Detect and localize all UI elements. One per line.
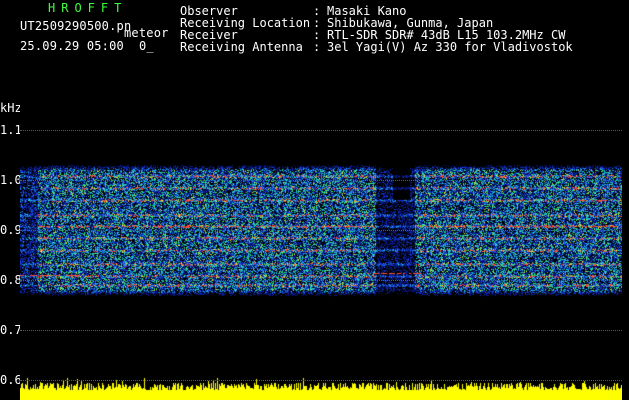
app-title: HROFFT xyxy=(48,1,128,15)
gridline xyxy=(20,180,622,181)
date-time: 25.09.29 05:00 xyxy=(20,39,124,53)
gridline xyxy=(20,280,622,281)
gridline xyxy=(20,380,622,381)
frequency-tick: 1.0 xyxy=(0,173,22,187)
meta-colon: : xyxy=(313,40,321,54)
frequency-unit: kHz xyxy=(0,101,22,115)
spectrogram-canvas xyxy=(20,80,622,400)
spectrogram-plot xyxy=(20,80,622,400)
frequency-tick: 0.9 xyxy=(0,223,22,237)
frequency-tick: 0.7 xyxy=(0,323,22,337)
gridline xyxy=(20,130,622,131)
frequency-tick: 0.6 xyxy=(0,373,22,387)
frequency-tick: 1.1 xyxy=(0,123,22,137)
type-label: meteor xyxy=(124,26,169,40)
frequency-tick: 0.8 xyxy=(0,273,22,287)
gridline xyxy=(20,230,622,231)
gridline xyxy=(20,330,622,331)
meta-value: 3el Yagi(V) Az 330 for Vladivostok xyxy=(327,40,573,54)
meta-label: Receiving Antenna xyxy=(180,40,303,54)
file-name: UT2509290500.pn xyxy=(20,19,132,33)
counter: 0_ xyxy=(139,39,154,53)
